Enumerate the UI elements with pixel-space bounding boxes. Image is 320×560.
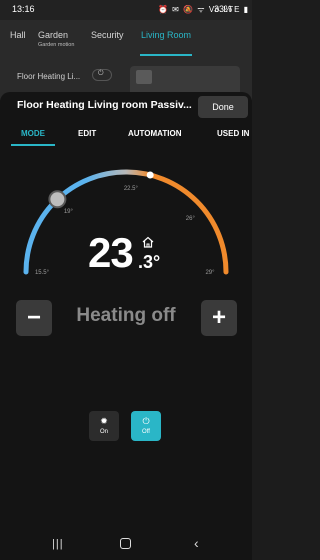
sheet-title: Floor Heating Living room Passiv... — [17, 99, 192, 111]
setpoint-handle[interactable] — [48, 190, 67, 209]
dial-tick-label: 15.5° — [35, 270, 50, 276]
dial-tick-label: 19° — [64, 209, 74, 215]
decrease-temperature-button[interactable]: − — [16, 300, 52, 336]
back-icon[interactable]: ‹ — [194, 535, 199, 551]
device-card-icon — [136, 70, 152, 84]
device-power-toggle[interactable] — [92, 69, 112, 81]
mode-on-label: On — [99, 429, 108, 435]
thermostat-dial[interactable]: 15.5° 19° 22.5° 26° 29° — [0, 150, 252, 300]
tab-living-room[interactable]: Living Room — [141, 30, 191, 40]
mode-off-button[interactable]: ⏻ Off — [131, 411, 161, 441]
recent-apps-icon[interactable]: ||| — [52, 538, 64, 550]
dial-tick-label: 29° — [205, 270, 215, 276]
room-tabs: Hall Garden Garden motion Security Livin… — [0, 20, 252, 56]
current-temperature-decimal: .3° — [138, 252, 161, 272]
tab-hall[interactable]: Hall — [10, 30, 26, 40]
done-button[interactable]: Done — [198, 96, 248, 118]
current-temp-marker — [146, 171, 154, 179]
status-icons: ⏰ ✉ 🔕 ᯤ Vo LTE ▮ — [158, 5, 250, 14]
heating-status: Heating off — [76, 305, 176, 326]
tab-used-in[interactable]: USED IN — [217, 129, 249, 138]
tab-garden-subtitle: Garden motion — [38, 42, 75, 48]
current-temperature: 23 — [88, 229, 134, 276]
home-icon[interactable] — [120, 538, 131, 549]
tab-mode[interactable]: MODE — [21, 129, 45, 138]
house-icon — [142, 236, 154, 248]
mode-off-label: Off — [142, 429, 150, 435]
status-bar: 13:16 ⏰ ✉ 🔕 ᯤ Vo LTE ▮ 33% — [0, 0, 252, 20]
device-row-label[interactable]: Floor Heating Li... — [17, 72, 80, 81]
dial-tick-label: 26° — [186, 216, 196, 222]
mode-on-button[interactable]: ✹ On — [89, 411, 119, 441]
tab-security[interactable]: Security — [91, 30, 124, 40]
tab-garden[interactable]: Garden — [38, 30, 68, 40]
sun-icon: ✹ — [100, 416, 108, 426]
tab-automation[interactable]: AUTOMATION — [128, 129, 181, 138]
increase-temperature-button[interactable]: + — [201, 300, 237, 336]
power-icon: ⏻ — [142, 416, 150, 426]
status-time: 13:16 — [12, 4, 35, 14]
active-tab-indicator — [140, 54, 192, 56]
dial-tick-label: 22.5° — [124, 186, 139, 192]
tab-edit[interactable]: EDIT — [78, 129, 96, 138]
battery-percent: 33% — [214, 4, 233, 14]
mode-tab-indicator — [11, 144, 55, 146]
